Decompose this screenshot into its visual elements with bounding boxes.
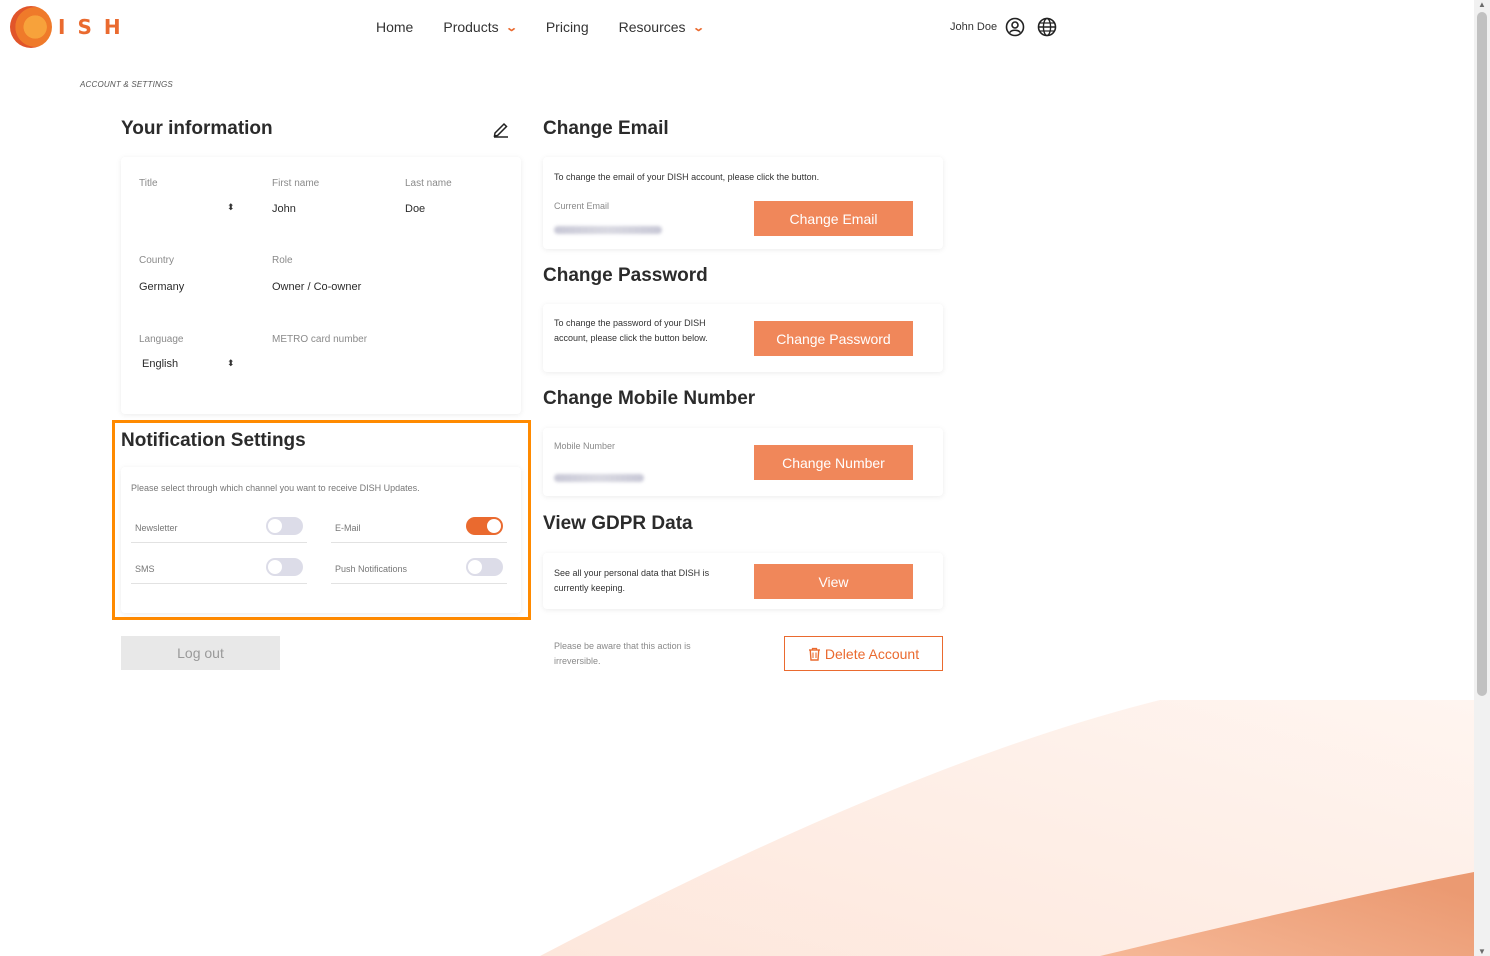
page-scrollbar[interactable]: ▲ ▼	[1474, 0, 1490, 956]
notification-settings-card: Please select through which channel you …	[121, 467, 521, 613]
toggle-row-newsletter: Newsletter	[131, 515, 307, 543]
change-password-button[interactable]: Change Password	[754, 321, 913, 356]
main-nav: Home Products ⌄ Pricing Resources ⌄	[376, 19, 733, 35]
language-value: English	[142, 358, 179, 370]
edit-pencil-icon[interactable]	[492, 120, 510, 138]
language-label: Language	[139, 334, 184, 345]
nav-home[interactable]: Home	[376, 19, 413, 35]
notification-settings-title: Notification Settings	[121, 430, 306, 451]
nav-resources[interactable]: Resources ⌄	[618, 19, 705, 35]
trash-icon	[808, 647, 820, 661]
scroll-down-icon[interactable]: ▼	[1478, 947, 1486, 956]
email-label: E-Mail	[335, 523, 361, 533]
scroll-up-icon[interactable]: ▲	[1478, 0, 1486, 9]
country-label: Country	[139, 255, 175, 266]
your-information-card: Title ⬍ First name John Last name Doe Co…	[121, 157, 521, 414]
current-email-value-redacted	[554, 226, 662, 234]
change-password-title: Change Password	[543, 265, 708, 286]
nav-pricing-label: Pricing	[545, 19, 589, 35]
last-name-value: Doe	[405, 203, 426, 215]
sms-toggle[interactable]	[266, 558, 303, 576]
toggle-knob	[268, 560, 282, 574]
delete-warning-text: Please be aware that this action is irre…	[554, 641, 691, 666]
user-circle-icon[interactable]	[1005, 17, 1025, 37]
change-mobile-title: Change Mobile Number	[543, 388, 756, 409]
toggle-knob	[487, 519, 501, 533]
nav-home-label: Home	[376, 19, 414, 35]
first-name-value: John	[272, 203, 296, 215]
current-email-label: Current Email	[554, 201, 610, 211]
sms-label: SMS	[135, 564, 155, 574]
language-select[interactable]: English ⬍	[139, 355, 239, 375]
change-mobile-card: Mobile Number Change Number	[543, 428, 943, 496]
country-value: Germany	[139, 281, 185, 293]
toggle-row-sms: SMS	[131, 556, 307, 584]
role-label: Role	[272, 255, 293, 266]
your-information-title: Your information	[121, 118, 273, 139]
user-menu: John Doe	[950, 17, 1057, 37]
change-email-card: To change the email of your DISH account…	[543, 157, 943, 249]
toggle-row-email: E-Mail	[331, 515, 507, 543]
view-gdpr-title: View GDPR Data	[543, 513, 693, 534]
metro-card-label: METRO card number	[272, 334, 368, 345]
nav-pricing[interactable]: Pricing	[546, 19, 589, 35]
push-notifications-toggle[interactable]	[466, 558, 503, 576]
title-select[interactable]: ⬍	[139, 199, 239, 219]
view-gdpr-card: See all your personal data that DISH is …	[543, 553, 943, 609]
title-label: Title	[139, 178, 158, 189]
nav-products-label: Products	[443, 19, 499, 35]
first-name-label: First name	[272, 178, 320, 189]
mobile-number-value-redacted	[554, 474, 644, 482]
toggle-row-push: Push Notifications	[331, 556, 507, 584]
newsletter-label: Newsletter	[135, 523, 178, 533]
chevron-down-icon: ⌄	[504, 21, 518, 34]
change-number-button[interactable]: Change Number	[754, 445, 913, 480]
chevron-down-icon: ⌄	[691, 21, 705, 34]
mobile-number-label: Mobile Number	[554, 441, 616, 451]
gdpr-text: See all your personal data that DISH is …	[554, 568, 710, 593]
role-value: Owner / Co-owner	[272, 281, 362, 293]
logo-text: ISH	[58, 15, 133, 39]
nav-products[interactable]: Products ⌄	[443, 19, 518, 35]
push-notifications-label: Push Notifications	[335, 564, 408, 574]
toggle-knob	[268, 519, 282, 533]
delete-account-label: Delete Account	[824, 645, 920, 662]
change-password-text: To change the password of your DISH acco…	[554, 318, 708, 343]
logo-circle-icon	[10, 6, 52, 48]
change-email-title: Change Email	[543, 118, 669, 139]
nav-resources-label: Resources	[618, 19, 686, 35]
select-updown-icon: ⬍	[227, 358, 235, 368]
user-name[interactable]: John Doe	[950, 21, 997, 33]
logout-button[interactable]: Log out	[121, 636, 280, 670]
notification-description: Please select through which channel you …	[131, 483, 420, 493]
newsletter-toggle[interactable]	[266, 517, 303, 535]
toggle-knob	[468, 560, 482, 574]
scroll-thumb[interactable]	[1477, 12, 1487, 696]
change-password-card: To change the password of your DISH acco…	[543, 304, 943, 372]
delete-account-button[interactable]: Delete Account	[784, 636, 943, 671]
change-email-button[interactable]: Change Email	[754, 201, 913, 236]
view-gdpr-button[interactable]: View	[754, 564, 913, 599]
select-updown-icon: ⬍	[227, 202, 235, 212]
change-email-text: To change the email of your DISH account…	[554, 172, 820, 182]
breadcrumb: ACCOUNT & SETTINGS	[80, 80, 173, 89]
last-name-label: Last name	[405, 178, 452, 189]
email-toggle[interactable]	[466, 517, 503, 535]
globe-icon[interactable]	[1037, 17, 1057, 37]
dish-logo[interactable]: ISH	[10, 6, 133, 48]
